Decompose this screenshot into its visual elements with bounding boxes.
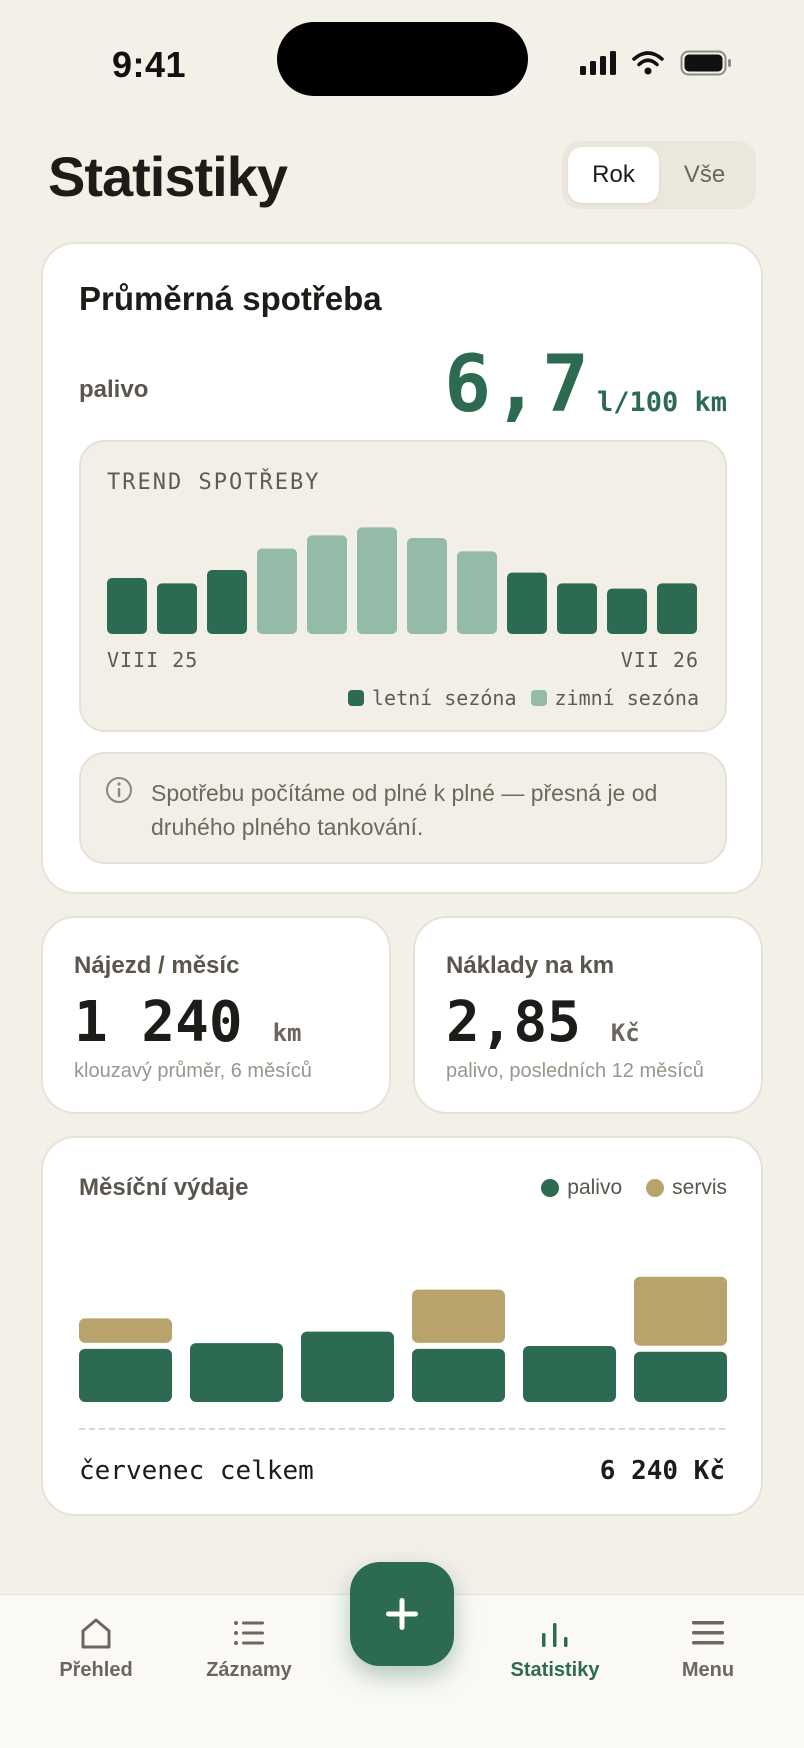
consumption-value: 6,7 l/100 km: [444, 340, 727, 430]
expense-bar-service: [79, 1318, 172, 1343]
mileage-card: Nájezd / měsíc 1 240 km klouzavý průměr,…: [41, 916, 391, 1114]
list-icon: [234, 1621, 264, 1645]
wifi-icon: [632, 51, 664, 75]
trend-bar: [507, 572, 547, 634]
mileage-unit: km: [272, 1019, 302, 1047]
legend-fuel-label: palivo: [567, 1176, 623, 1199]
legend-fuel: palivo: [541, 1176, 622, 1200]
nav-overview-label: Přehled: [59, 1659, 133, 1681]
legend-service: servis: [646, 1176, 727, 1200]
status-icons: [580, 50, 732, 76]
mileage-number: 1 240: [74, 990, 243, 1055]
consumption-number: 6,7: [444, 340, 591, 430]
trend-bar: [407, 538, 447, 634]
home-icon: [81, 1618, 111, 1649]
period-segmented-control: Rok Vše: [562, 141, 756, 209]
menu-icon: [692, 1621, 724, 1645]
bar-chart-icon: [542, 1623, 568, 1647]
total-value: 6 240 Kč: [599, 1456, 725, 1486]
cost-per-km-card: Náklady na km 2,85 Kč palivo, posledních…: [413, 916, 763, 1114]
segment-all[interactable]: Vše: [659, 147, 750, 203]
mileage-note: klouzavý průměr, 6 měsíců: [74, 1060, 312, 1082]
consumption-title: Průměrná spotřeba: [79, 280, 382, 317]
nav-records[interactable]: Záznamy: [179, 1615, 319, 1682]
trend-bar: [657, 583, 697, 634]
legend-winter: zimní sezóna: [530, 686, 700, 710]
trend-bar: [107, 578, 147, 634]
total-label: červenec celkem: [79, 1456, 314, 1486]
info-text: Spotřebu počítáme od plné k plné — přesn…: [151, 780, 658, 840]
nav-menu-label: Menu: [681, 1659, 735, 1681]
expenses-title: Měsíční výdaje: [79, 1174, 249, 1201]
trend-label: TREND SPOTŘEBY: [107, 470, 321, 495]
cost-label: Náklady na km: [446, 952, 615, 979]
expense-bar-fuel: [523, 1345, 616, 1402]
page-title: Statistiky: [48, 145, 288, 208]
expenses-legend: palivo servis: [541, 1176, 727, 1200]
dynamic-island: [277, 22, 528, 96]
expense-bar-fuel: [412, 1348, 505, 1402]
legend-service-label: servis: [672, 1176, 727, 1199]
expense-bar-service: [412, 1289, 505, 1343]
consumption-unit: l/100 km: [596, 387, 727, 418]
legend-service-dot: [646, 1179, 665, 1197]
nav-overview[interactable]: Přehled: [26, 1615, 166, 1682]
consumption-trend-chart: TREND SPOTŘEBY VIII 25 VII 26 letní sezó…: [79, 440, 727, 732]
trend-bar: [207, 570, 247, 634]
trend-bar: [357, 527, 397, 634]
expense-bar-fuel: [190, 1343, 283, 1402]
nav-records-label: Záznamy: [206, 1659, 292, 1681]
monthly-expenses-card: Měsíční výdaje palivo servis červenec ce…: [41, 1136, 763, 1516]
cost-value: 2,85 Kč: [446, 990, 640, 1055]
consumption-card: Průměrná spotřeba palivo 6,7 l/100 km TR…: [41, 242, 763, 894]
trend-bar: [307, 535, 347, 634]
battery-icon: [680, 50, 731, 76]
nav-menu[interactable]: Menu: [638, 1615, 778, 1682]
legend-summer: letní sezóna: [348, 686, 517, 710]
trend-legend: letní sezóna zimní sezóna: [348, 686, 699, 710]
cost-number: 2,85: [446, 990, 581, 1055]
cost-note: palivo, posledních 12 měsíců: [446, 1060, 704, 1082]
trend-bar: [607, 588, 647, 634]
trend-bar: [557, 583, 597, 634]
add-record-button[interactable]: [350, 1562, 454, 1666]
segment-year[interactable]: Rok: [568, 147, 659, 203]
legend-winter-label: zimní sezóna: [554, 686, 700, 710]
trend-start-tick: VIII 25: [107, 648, 199, 672]
info-icon: [106, 777, 132, 803]
expense-bar-fuel: [634, 1351, 727, 1402]
fuel-label: palivo: [79, 376, 149, 403]
signal-icon: [580, 51, 616, 75]
expenses-bars: [79, 1276, 727, 1402]
legend-winter-swatch: [530, 690, 547, 706]
trend-bars: [107, 527, 697, 634]
divider: [79, 1428, 725, 1430]
trend-end-tick: VII 26: [620, 648, 699, 672]
legend-fuel-dot: [541, 1179, 560, 1197]
trend-bar: [157, 583, 197, 634]
mileage-value: 1 240 km: [74, 990, 301, 1055]
legend-summer-label: letní sezóna: [372, 686, 517, 710]
expense-bar-fuel: [301, 1331, 394, 1402]
mileage-label: Nájezd / měsíc: [74, 952, 240, 979]
plus-icon: [386, 1598, 418, 1630]
info-box: Spotřebu počítáme od plné k plné — přesn…: [79, 752, 727, 864]
cost-unit: Kč: [610, 1019, 640, 1047]
expense-bar-service: [634, 1276, 727, 1346]
trend-bar: [257, 548, 297, 634]
nav-statistics[interactable]: Statistiky: [485, 1615, 625, 1682]
expense-bar-fuel: [79, 1348, 172, 1402]
nav-statistics-label: Statistiky: [510, 1659, 600, 1681]
trend-bar: [457, 551, 497, 634]
legend-summer-swatch: [348, 690, 364, 706]
status-time: 9:41: [112, 44, 187, 85]
